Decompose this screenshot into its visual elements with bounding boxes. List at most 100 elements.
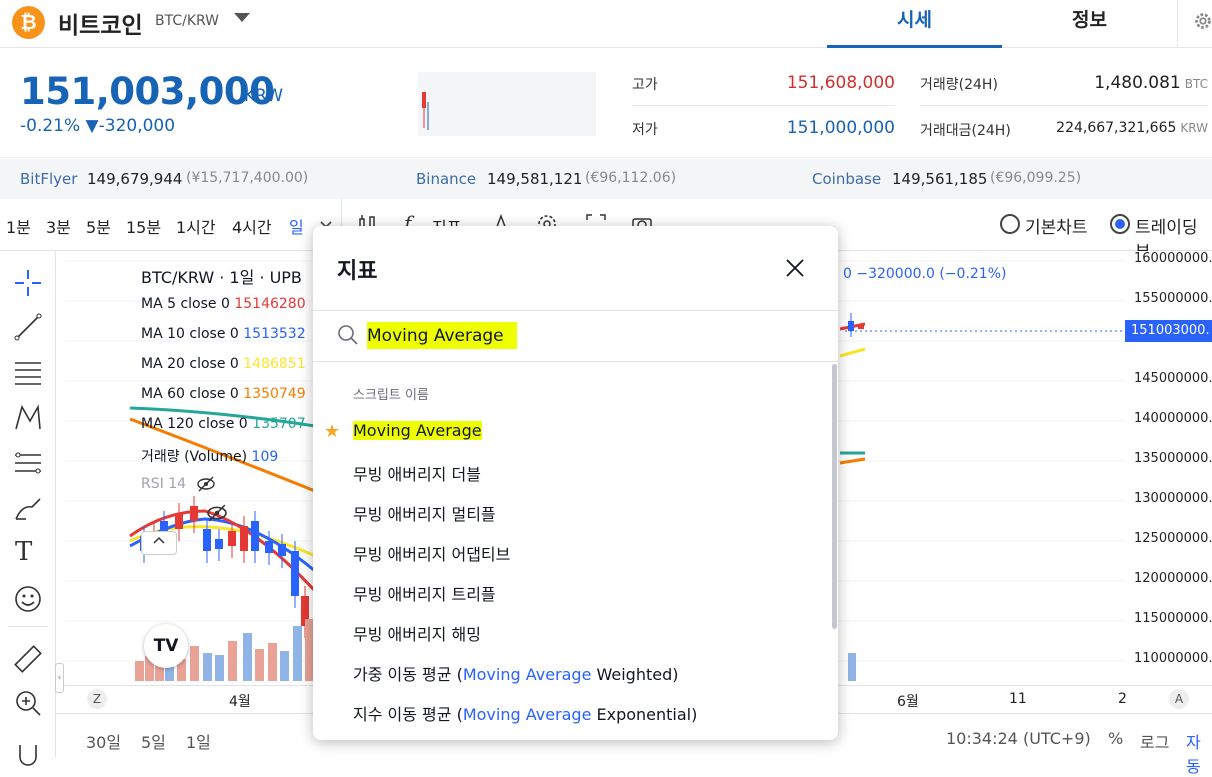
text-tool-icon[interactable]: T [15, 537, 32, 567]
ma-legend-row: MA 60 close 0 1350749 [141, 386, 306, 402]
ma-legend-row: MA 5 close 0 15146280 [141, 296, 306, 312]
indicator-item[interactable]: 무빙 애버리지 트리플 [313, 572, 831, 612]
fib-icon[interactable] [12, 447, 44, 479]
exchange-name[interactable]: Coinbase [812, 170, 881, 188]
candle [190, 506, 198, 521]
timeframe-1h[interactable]: 1시간 [176, 214, 216, 238]
divider [632, 105, 895, 106]
collapse-legend-button[interactable] [141, 531, 177, 555]
range-5d[interactable]: 5일 [141, 729, 166, 753]
close-icon[interactable] [783, 256, 807, 280]
trend-line-icon[interactable] [12, 311, 44, 343]
drawing-toolbar: T [0, 251, 56, 766]
search-input[interactable] [367, 322, 517, 349]
tradingview-logo-icon[interactable]: TV [144, 624, 188, 668]
candle [251, 521, 259, 551]
timeframe-4h[interactable]: 4시간 [232, 214, 272, 238]
emoji-icon[interactable] [12, 583, 44, 615]
exchange-price: 149,679,944 [87, 170, 183, 188]
exchange-name[interactable]: Binance [416, 170, 476, 188]
tradingview-radio[interactable] [1110, 214, 1130, 234]
settings-gear-icon[interactable] [1192, 10, 1212, 32]
ma-legend-row: MA 20 close 0 1486851 [141, 356, 306, 372]
indicator-item[interactable]: 가중 이동 평균 (Moving Average Weighted) [313, 652, 831, 692]
ma60-line [839, 457, 866, 465]
basic-chart-label[interactable]: 기본차트 [1025, 213, 1088, 238]
current-price: 151,003,000 [20, 70, 275, 113]
exchange-sub-price: (¥15,717,400.00) [186, 170, 309, 186]
bitcoin-logo-icon: ₿ [12, 6, 45, 39]
pattern-icon[interactable] [12, 401, 44, 433]
divider [313, 361, 838, 362]
volume-bar [135, 661, 144, 681]
high-value: 151,608,000 [786, 73, 895, 93]
brush-icon[interactable] [12, 493, 44, 525]
price-tick-label: 130000000. [1134, 491, 1212, 506]
magnet-icon[interactable] [12, 741, 44, 773]
percent-toggle[interactable]: % [1108, 729, 1123, 748]
timeframe-3m[interactable]: 3분 [46, 214, 71, 238]
candle [228, 531, 236, 546]
collapse-toolbar-chevron-left-icon[interactable]: ‹ [55, 663, 64, 693]
low-label: 저가 [632, 122, 658, 138]
zoom-in-icon[interactable] [12, 687, 44, 719]
indicator-item[interactable]: 무빙 애버리지 멀티플 [313, 492, 831, 532]
divider [313, 310, 838, 311]
coin-select-chevron-down-icon[interactable] [234, 13, 250, 22]
hidden-eye-icon[interactable] [205, 504, 229, 522]
price-tick-label: 140000000. [1134, 411, 1212, 426]
volume-label: 거래량(24H) [920, 77, 998, 93]
timeframe-5m[interactable]: 5분 [86, 214, 111, 238]
zoom-reset-button[interactable]: Z [87, 689, 107, 709]
favorite-star-icon[interactable]: ★ [324, 421, 340, 442]
auto-toggle[interactable]: 자동 [1186, 729, 1212, 777]
hidden-eye-icon[interactable] [196, 476, 216, 492]
candle [265, 541, 273, 553]
range-30d[interactable]: 30일 [86, 729, 121, 753]
price-tick-label: 135000000. [1134, 451, 1212, 466]
candle [278, 544, 286, 556]
volume-bar [268, 643, 277, 681]
exchange-price: 149,581,121 [487, 170, 583, 188]
price-panel: 151,003,000 KRW -0.21% ▼-320,000 고가 151,… [0, 48, 1212, 158]
ruler-icon[interactable] [12, 643, 44, 675]
exchange-name[interactable]: BitFlyer [20, 170, 77, 188]
log-toggle[interactable]: 로그 [1140, 729, 1169, 753]
basic-chart-radio[interactable] [1000, 214, 1020, 234]
price-tick-label: 155000000. [1134, 291, 1212, 306]
candle [858, 325, 864, 329]
indicator-item[interactable]: 지수 이동 평균 (Moving Average Exponential) [313, 692, 831, 732]
indicators-dialog: 지표 스크립트 이름 ★Moving Average무빙 애버리지 더블무빙 애… [313, 226, 838, 740]
volume-bar [280, 651, 289, 681]
volume-bar [293, 626, 302, 681]
timeframe-1m[interactable]: 1분 [6, 214, 31, 238]
indicator-item[interactable]: 무빙 애버리지 어댑티브 [313, 532, 831, 572]
price-tick-label: 120000000. [1134, 571, 1212, 586]
volume-bar [190, 646, 199, 681]
horizontal-lines-icon[interactable] [12, 357, 44, 389]
coin-name: 비트코인 [58, 13, 143, 39]
indicator-item[interactable]: ★ Moving Average [313, 412, 831, 452]
ma-legend-row: MA 120 close 0 135707 [141, 416, 306, 432]
volume-bar [243, 633, 252, 681]
clock[interactable]: 10:34:24 (UTC+9) [946, 729, 1091, 748]
exchange-sub-price: (€96,099.25) [990, 170, 1082, 186]
price-change: -0.21% ▼-320,000 [20, 116, 176, 136]
timeframe-1d[interactable]: 일 [289, 214, 304, 238]
time-label: 4월 [229, 694, 251, 710]
indicator-item[interactable]: 무빙 애버리지 해밍 [313, 612, 831, 652]
scrollbar[interactable] [832, 364, 837, 629]
volume-legend: 거래량 (Volume) 109 [141, 449, 279, 465]
auto-scale-button[interactable]: A [1169, 689, 1189, 709]
volume-bar [203, 653, 212, 681]
tab-price[interactable]: 시세 [827, 0, 1002, 48]
chevron-up-icon [153, 536, 165, 544]
top-header: ₿ 비트코인 BTC/KRW 시세 정보 [0, 0, 1212, 48]
timeframe-15m[interactable]: 15분 [126, 214, 161, 238]
tab-info[interactable]: 정보 [1002, 0, 1177, 48]
indicator-item[interactable]: 무빙 애버리지 더블 [313, 452, 831, 492]
price-tick-label: 110000000. [1134, 651, 1212, 666]
range-1d[interactable]: 1일 [186, 729, 211, 753]
current-price-label: 151003000. [1125, 320, 1212, 342]
crosshair-icon[interactable] [12, 267, 44, 299]
